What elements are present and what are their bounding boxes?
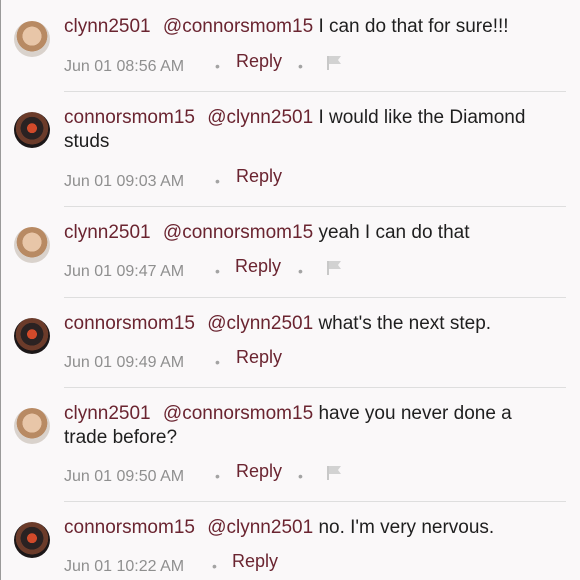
- comment-body: connorsmom15 @clynn2501 no. I'm very ner…: [64, 516, 564, 540]
- reply-button[interactable]: Reply: [235, 256, 281, 277]
- comment-timestamp: Jun 01 09:47 AM: [64, 263, 185, 280]
- comment-mention[interactable]: @clynn2501: [207, 313, 313, 334]
- comment-username[interactable]: connorsmom15: [64, 107, 195, 128]
- separator-dot: •: [212, 558, 217, 574]
- avatar-clynn2501[interactable]: [14, 227, 50, 263]
- separator-dot: •: [215, 173, 220, 189]
- separator-dot: •: [215, 58, 220, 74]
- comment-username[interactable]: connorsmom15: [64, 313, 195, 334]
- avatar-connorsmom15[interactable]: [14, 112, 50, 148]
- comment-body: clynn2501 @connorsmom15 yeah I can do th…: [64, 221, 564, 245]
- comment-text: yeah I can do that: [318, 222, 470, 243]
- flag-icon[interactable]: [326, 55, 344, 71]
- separator-dot: •: [298, 263, 303, 279]
- comment-username[interactable]: clynn2501: [64, 16, 151, 37]
- flag-icon[interactable]: [326, 260, 344, 276]
- comment-username[interactable]: clynn2501: [64, 222, 151, 243]
- comment-mention[interactable]: @clynn2501: [207, 107, 313, 128]
- avatar-clynn2501[interactable]: [14, 21, 50, 57]
- comment-item: connorsmom15 @clynn2501 no. I'm very ner…: [0, 502, 580, 580]
- separator-dot: •: [298, 58, 303, 74]
- separator-dot: •: [215, 263, 220, 279]
- avatar-connorsmom15[interactable]: [14, 522, 50, 558]
- comment-item: clynn2501 @connorsmom15 have you never d…: [0, 388, 580, 502]
- comment-username[interactable]: connorsmom15: [64, 517, 195, 538]
- separator-dot: •: [215, 354, 220, 370]
- reply-button[interactable]: Reply: [236, 51, 282, 72]
- comment-body: connorsmom15 @clynn2501 what's the next …: [64, 312, 564, 336]
- avatar-clynn2501[interactable]: [14, 408, 50, 444]
- comment-text: what's the next step.: [318, 313, 492, 334]
- comment-mention[interactable]: @clynn2501: [207, 517, 313, 538]
- comment-item: clynn2501 @connorsmom15 I can do that fo…: [0, 0, 580, 92]
- reply-button[interactable]: Reply: [236, 461, 282, 482]
- comment-text: I can do that for sure!!!: [318, 16, 509, 37]
- comment-item: connorsmom15 @clynn2501 I would like the…: [0, 92, 580, 207]
- reply-button[interactable]: Reply: [232, 551, 278, 572]
- comment-timestamp: Jun 01 09:03 AM: [64, 173, 185, 190]
- comment-body: connorsmom15 @clynn2501 I would like the…: [64, 106, 564, 154]
- separator-dot: •: [215, 468, 220, 484]
- comment-body: clynn2501 @connorsmom15 have you never d…: [64, 402, 554, 450]
- comment-mention[interactable]: @connorsmom15: [163, 222, 313, 243]
- reply-button[interactable]: Reply: [236, 347, 282, 368]
- comment-mention[interactable]: @connorsmom15: [163, 403, 313, 424]
- comment-timestamp: Jun 01 09:50 AM: [64, 468, 185, 485]
- comment-timestamp: Jun 01 09:49 AM: [64, 354, 185, 371]
- comment-timestamp: Jun 01 10:22 AM: [64, 558, 185, 575]
- comment-item: clynn2501 @connorsmom15 yeah I can do th…: [0, 207, 580, 298]
- comment-timestamp: Jun 01 08:56 AM: [64, 58, 185, 75]
- comment-mention[interactable]: @connorsmom15: [163, 16, 313, 37]
- separator-dot: •: [298, 468, 303, 484]
- flag-icon[interactable]: [326, 465, 344, 481]
- reply-button[interactable]: Reply: [236, 166, 282, 187]
- comment-item: connorsmom15 @clynn2501 what's the next …: [0, 298, 580, 388]
- comment-username[interactable]: clynn2501: [64, 403, 151, 424]
- avatar-connorsmom15[interactable]: [14, 318, 50, 354]
- comment-body: clynn2501 @connorsmom15 I can do that fo…: [64, 15, 564, 39]
- comment-text: no. I'm very nervous.: [318, 517, 495, 538]
